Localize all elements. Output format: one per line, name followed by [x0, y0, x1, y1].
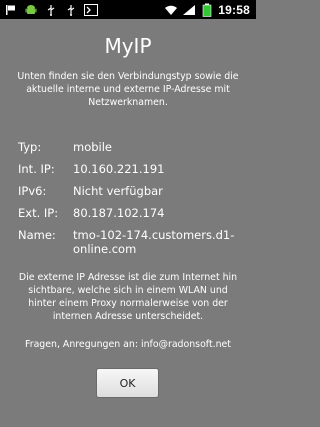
row-external-ip: Ext. IP: 80.187.102.174 — [18, 206, 164, 220]
status-bar: 19:58 — [0, 0, 256, 19]
terminal-icon — [84, 3, 98, 17]
hostname-label: Name: — [18, 228, 56, 242]
wifi-icon — [164, 3, 178, 17]
battery-icon — [200, 3, 214, 17]
ipv6-label: IPv6: — [18, 184, 47, 198]
ipv6-value: Nicht verfügbar — [73, 184, 163, 198]
status-bar-right: 19:58 — [164, 0, 256, 19]
contact-text: Fragen, Anregungen an: info@radonsoft.ne… — [25, 339, 231, 350]
dialog-title: MyIP — [104, 34, 152, 58]
type-label: Typ: — [18, 140, 42, 154]
external-ip-note: Die externe IP Adresse ist die zum Inter… — [18, 272, 238, 322]
row-type: Typ: mobile — [18, 140, 112, 154]
internal-ip-value: 10.160.221.191 — [73, 162, 165, 176]
intro-text: Unten finden sie den Verbindungstyp sowi… — [17, 71, 239, 108]
usb-icon — [64, 3, 78, 17]
external-ip-value: 80.187.102.174 — [73, 206, 165, 220]
row-internal-ip: Int. IP: 10.160.221.191 — [18, 162, 164, 176]
signal-icon — [182, 3, 196, 17]
status-bar-left — [0, 0, 98, 19]
usb-icon — [44, 3, 58, 17]
type-value: mobile — [73, 140, 113, 154]
clock: 19:58 — [218, 2, 250, 17]
android-icon — [24, 3, 38, 17]
bottom-area — [0, 411, 256, 427]
hostname-value: tmo-102-174.customers.d1-online.com — [73, 228, 235, 256]
row-ipv6: IPv6: Nicht verfügbar — [18, 184, 163, 198]
flag-icon — [4, 3, 18, 17]
ok-button[interactable]: OK — [96, 368, 159, 398]
external-ip-label: Ext. IP: — [18, 206, 59, 220]
row-name: Name: tmo-102-174.customers.d1-online.co… — [18, 228, 248, 256]
internal-ip-label: Int. IP: — [18, 162, 55, 176]
